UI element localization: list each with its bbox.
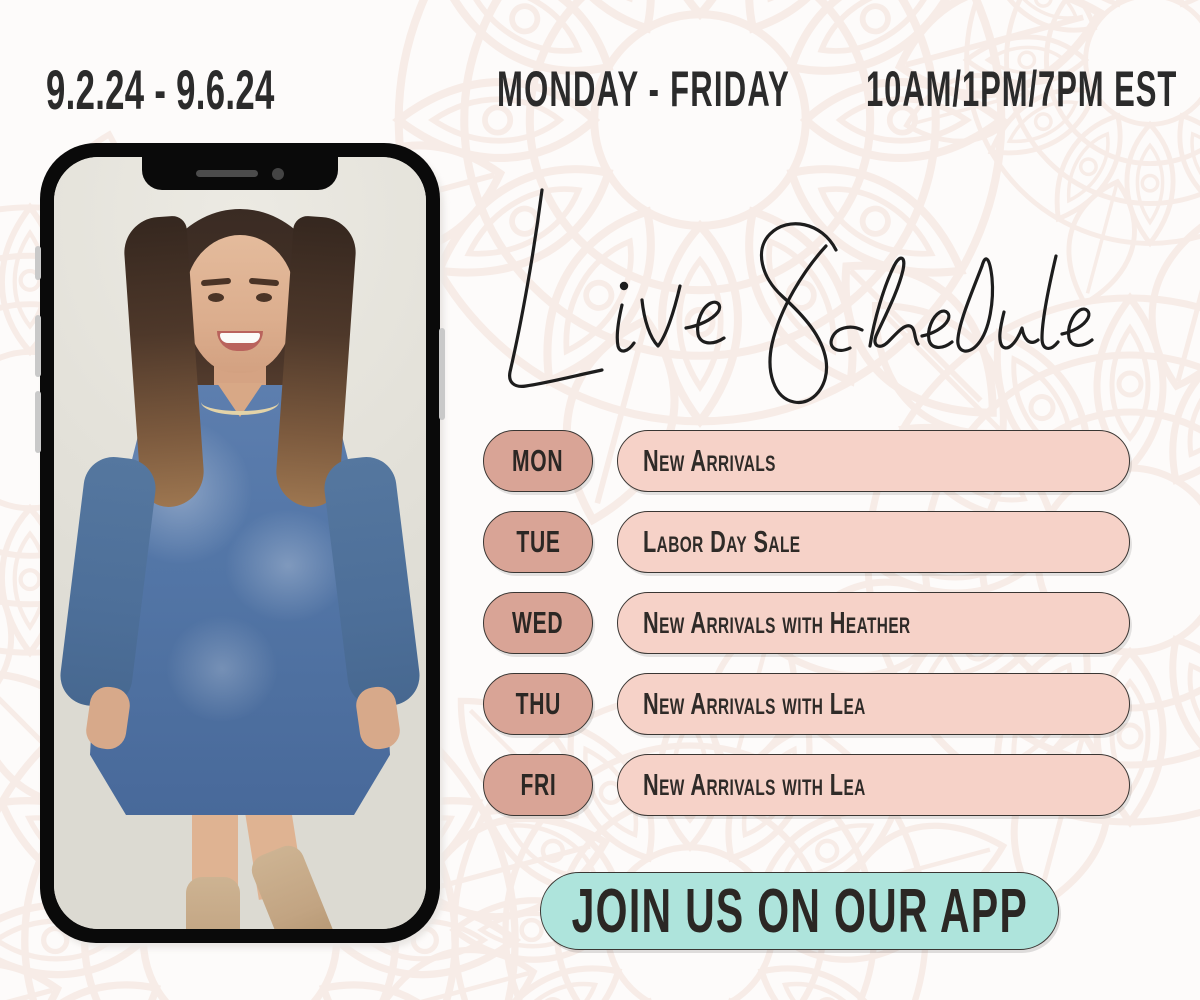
model-face [185, 235, 295, 373]
days-range-text: MONDAY - FRIDAY [497, 61, 791, 117]
day-label: WED [512, 605, 564, 640]
schedule-row: MON New Arrivals [483, 430, 1130, 492]
topic-pill-thu[interactable]: New Arrivals with Lea [617, 673, 1130, 735]
model-photo [54, 157, 426, 929]
schedule-row: WED New Arrivals with Heather [483, 592, 1130, 654]
phone-mockup [35, 143, 445, 948]
topic-label: New Arrivals with Heather [643, 605, 911, 640]
topic-label: New Arrivals [643, 443, 776, 478]
model-eye-left [208, 293, 224, 302]
model-brow-right [248, 277, 280, 287]
day-pill-mon[interactable]: MON [483, 430, 593, 492]
day-pill-tue[interactable]: TUE [483, 511, 593, 573]
page-title [470, 160, 1110, 430]
mute-switch-button[interactable] [35, 246, 41, 280]
volume-down-button[interactable] [35, 391, 41, 453]
phone-screen [54, 157, 426, 929]
day-label: FRI [520, 767, 556, 802]
day-pill-wed[interactable]: WED [483, 592, 593, 654]
topic-label: New Arrivals with Lea [643, 767, 866, 802]
schedule-row: THU New Arrivals with Lea [483, 673, 1130, 735]
topic-pill-wed[interactable]: New Arrivals with Heather [617, 592, 1130, 654]
topic-pill-mon[interactable]: New Arrivals [617, 430, 1130, 492]
topic-pill-fri[interactable]: New Arrivals with Lea [617, 754, 1130, 816]
broadcast-times-text: 10AM/1PM/7PM EST [866, 61, 1178, 117]
topic-label: Labor Day Sale [643, 524, 801, 559]
join-app-button[interactable]: JOIN US ON OUR APP [540, 872, 1059, 950]
model-brow-left [200, 277, 232, 287]
phone-frame [40, 143, 440, 943]
join-app-button-label: JOIN US ON OUR APP [571, 876, 1028, 946]
schedule-row: TUE Labor Day Sale [483, 511, 1130, 573]
model-teeth [220, 333, 260, 343]
model-necklace [201, 389, 279, 415]
front-camera-icon [272, 167, 284, 180]
day-pill-thu[interactable]: THU [483, 673, 593, 735]
phone-notch [142, 157, 338, 190]
day-label: TUE [515, 524, 561, 559]
power-button[interactable] [439, 328, 445, 420]
speaker-grille-icon [196, 170, 258, 177]
day-label: THU [515, 686, 561, 721]
topic-pill-tue[interactable]: Labor Day Sale [617, 511, 1130, 573]
header: 9.2.24 - 9.6.24 MONDAY - FRIDAY 10AM/1PM… [0, 0, 1200, 130]
day-pill-fri[interactable]: FRI [483, 754, 593, 816]
schedule-list: MON New Arrivals TUE Labor Day Sale WED … [483, 430, 1130, 835]
model-boot-left [186, 877, 240, 929]
volume-up-button[interactable] [35, 315, 41, 377]
model-eye-right [256, 293, 272, 302]
day-label: MON [512, 443, 564, 478]
topic-label: New Arrivals with Lea [643, 686, 866, 721]
date-range-text: 9.2.24 - 9.6.24 [46, 58, 275, 121]
schedule-row: FRI New Arrivals with Lea [483, 754, 1130, 816]
